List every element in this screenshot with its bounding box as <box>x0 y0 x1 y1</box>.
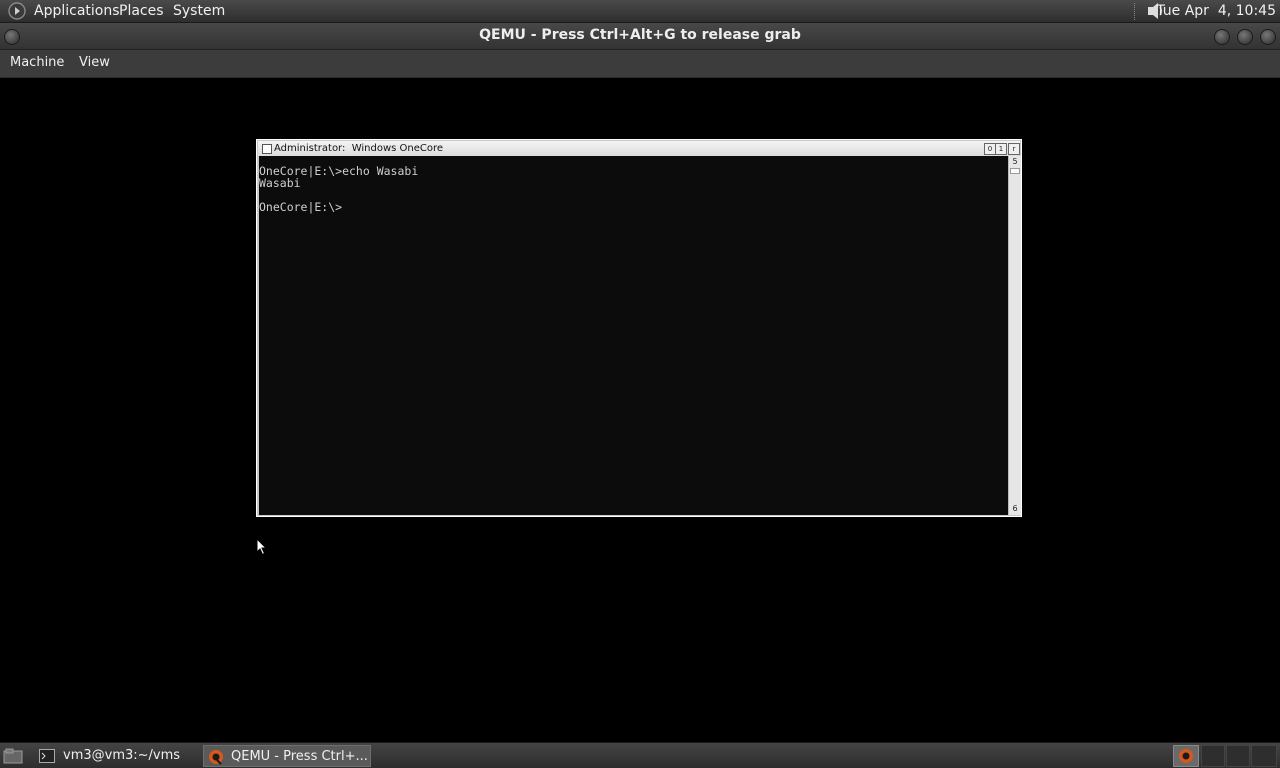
gnome-foot-icon[interactable] <box>7 2 27 24</box>
console-output[interactable]: OneCore|E:\>echo Wasabi Wasabi OneCore|E… <box>259 156 1008 515</box>
console-scrollbar[interactable]: 5 6 <box>1008 156 1021 515</box>
mouse-pointer-icon <box>256 537 268 560</box>
window-title-bar[interactable]: QEMU - Press Ctrl+Alt+G to release grab <box>0 23 1280 50</box>
terminal-icon <box>39 749 55 768</box>
console-close-button[interactable]: r <box>1008 143 1020 155</box>
panel-separator <box>1134 3 1138 20</box>
maximize-icon[interactable] <box>1237 29 1253 45</box>
taskbar-item-label: QEMU - Press Ctrl+... <box>231 749 368 764</box>
workspace-switcher-2[interactable] <box>1201 745 1225 767</box>
workspace-switcher-4[interactable] <box>1251 745 1277 767</box>
workspace-switcher-3[interactable] <box>1226 745 1250 767</box>
show-desktop-icon[interactable] <box>3 747 23 768</box>
menu-view[interactable]: View <box>79 55 110 70</box>
workspace-qemu-icon[interactable] <box>1173 745 1199 767</box>
console-text: OneCore|E:\>echo Wasabi Wasabi OneCore|E… <box>259 164 419 214</box>
taskbar-item-label: vm3@vm3:~/vms <box>63 748 181 763</box>
scroll-down-button[interactable]: 6 <box>1009 503 1021 515</box>
system-menu[interactable]: System <box>173 2 225 20</box>
minimize-icon[interactable] <box>1214 29 1230 45</box>
console-maximize-button[interactable]: 1 <box>995 143 1007 155</box>
close-icon[interactable] <box>1260 29 1276 45</box>
panel-clock[interactable]: Tue Apr 4, 10:45 <box>1156 2 1276 20</box>
console-title-bar[interactable]: Administrator: Windows OneCore 0 1 r <box>258 141 1020 156</box>
qemu-icon <box>208 749 224 768</box>
places-menu[interactable]: Places <box>119 2 164 20</box>
qemu-menubar: Machine View <box>0 50 1280 78</box>
bottom-panel: vm3@vm3:~/vms QEMU - Press Ctrl+... <box>0 742 1280 768</box>
taskbar-item-terminal[interactable]: vm3@vm3:~/vms <box>36 745 198 767</box>
console-window[interactable]: Administrator: Windows OneCore 0 1 r One… <box>256 139 1022 517</box>
menu-machine[interactable]: Machine <box>10 55 64 70</box>
system-menu-icon[interactable] <box>262 144 272 154</box>
scroll-thumb[interactable] <box>1010 168 1020 174</box>
scroll-up-button[interactable]: 5 <box>1009 156 1021 168</box>
top-panel: Applications Places System Tue Apr 4, 10… <box>0 0 1280 23</box>
taskbar-item-qemu[interactable]: QEMU - Press Ctrl+... <box>203 745 371 767</box>
console-title: Administrator: Windows OneCore <box>274 143 444 154</box>
applications-menu[interactable]: Applications <box>34 2 120 20</box>
window-title: QEMU - Press Ctrl+Alt+G to release grab <box>479 27 801 43</box>
